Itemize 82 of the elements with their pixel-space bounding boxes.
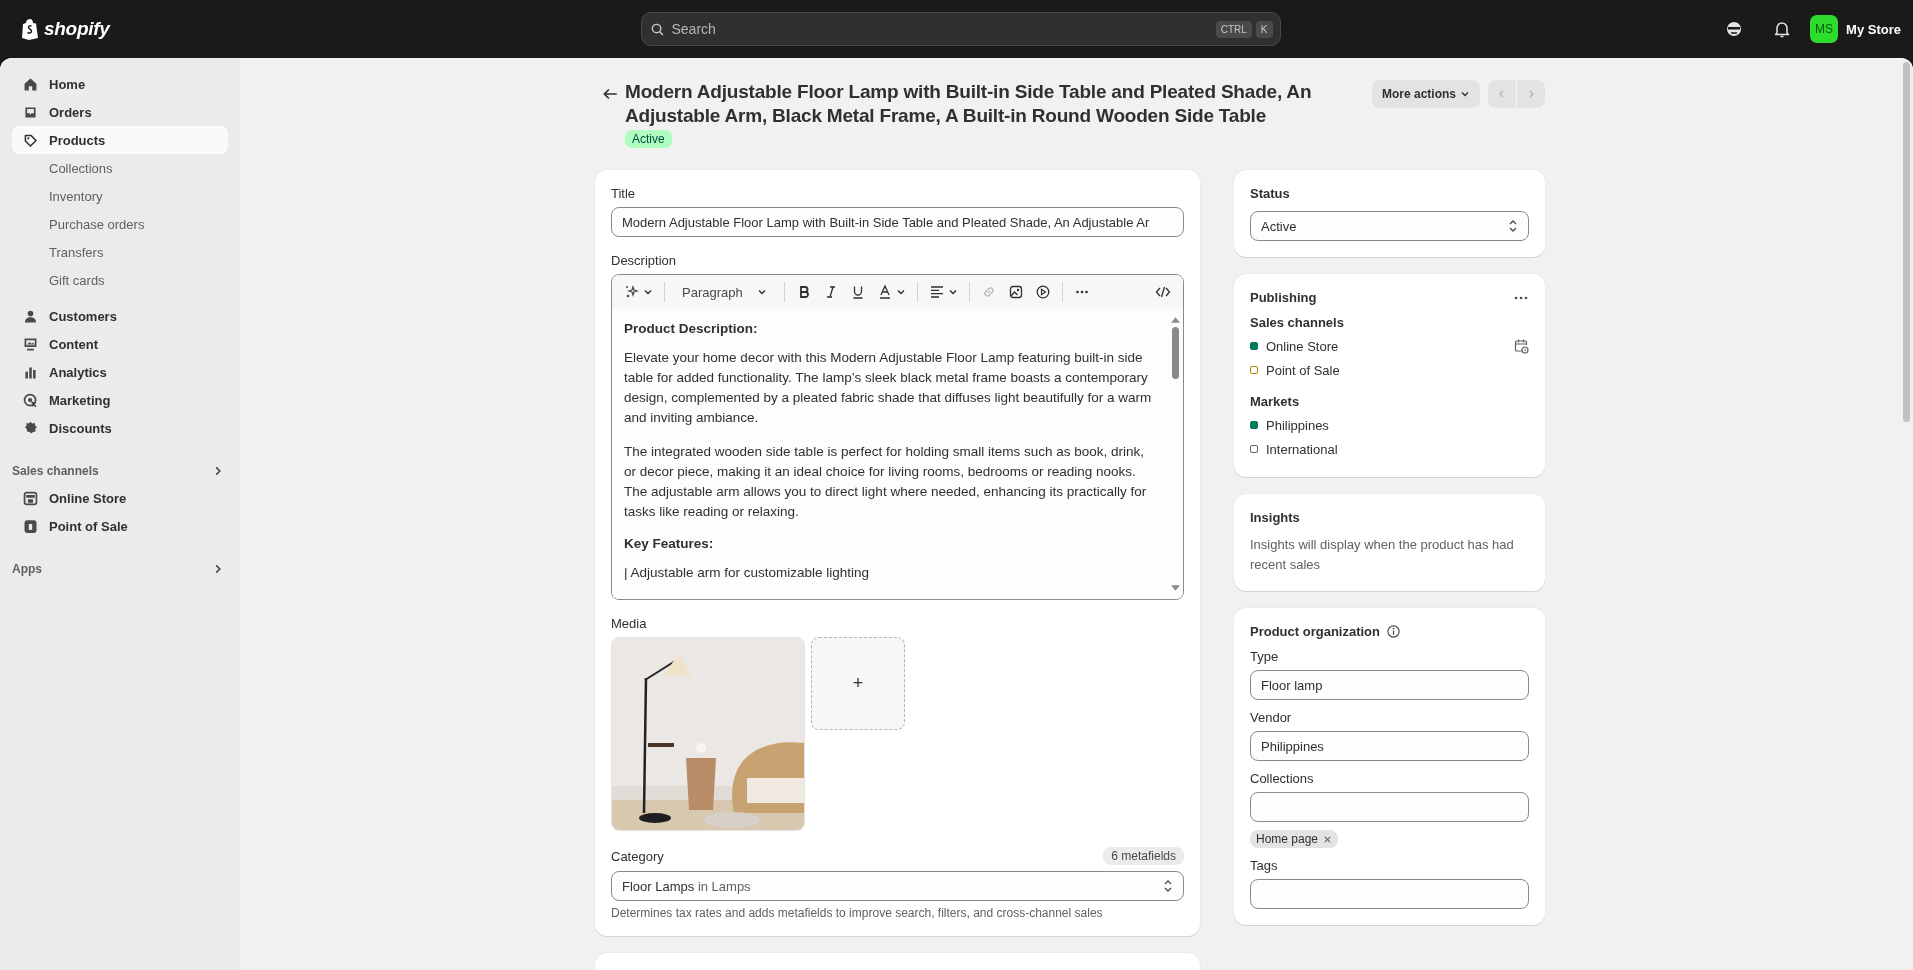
- field-label: Tags: [1250, 858, 1279, 873]
- nav-subitem[interactable]: Collections: [12, 154, 228, 182]
- nav-item[interactable]: Content: [12, 330, 228, 358]
- calendar-clock-icon[interactable]: [1513, 338, 1529, 354]
- card-title: Publishing: [1250, 290, 1317, 305]
- align-left-icon[interactable]: [928, 284, 945, 300]
- section-heading: Sales channels: [12, 464, 99, 478]
- target-icon: [22, 391, 39, 409]
- chevron-updown-icon: [1163, 879, 1173, 893]
- caret-icon: [1460, 89, 1470, 99]
- keyboard-key: CTRL: [1215, 21, 1252, 38]
- field-label: Media: [611, 616, 648, 631]
- text-field[interactable]: Philippines: [1250, 731, 1529, 761]
- section-heading: Apps: [12, 562, 42, 576]
- text-field[interactable]: [1250, 792, 1529, 822]
- add-media-button[interactable]: +: [811, 637, 905, 730]
- channel-name: Online Store: [1266, 338, 1339, 354]
- nav-item[interactable]: Customers: [12, 302, 228, 330]
- nav-subitem[interactable]: Purchase orders: [12, 210, 228, 238]
- caret-icon: [756, 287, 767, 297]
- description-paragraph: The integrated wooden side table is perfect for holding small items such as book, drink, or decor piece, making it an ideal choice for living rooms, bedrooms or reading nooks. The adjustable arm allows you to direct light where needed, enhancing its practically for tasks like reading or relaxing.: [624, 443, 1148, 521]
- nav-item[interactable]: Orders: [12, 98, 228, 126]
- play-icon[interactable]: [1034, 284, 1051, 300]
- nav-subitem[interactable]: Transfers: [12, 238, 228, 266]
- remove-icon[interactable]: [1323, 834, 1333, 844]
- channel-name: Philippines: [1266, 417, 1329, 433]
- format-dropdown[interactable]: Paragraph: [676, 284, 773, 300]
- nav-item[interactable]: Home: [12, 70, 228, 98]
- card-title: Status: [1250, 186, 1291, 201]
- help-text: Determines tax rates and adds metafields to improve search, filters, and cross-channel sales: [611, 906, 1104, 920]
- image-icon[interactable]: [1007, 284, 1024, 300]
- caret-icon: [895, 287, 906, 297]
- field-label: Vendor: [1250, 710, 1293, 725]
- card-title: Insights: [1250, 510, 1301, 525]
- field-label: Category: [611, 848, 664, 864]
- field-label: Description: [611, 253, 678, 268]
- logo-text[interactable]: shopify: [44, 18, 110, 40]
- nav-item[interactable]: Marketing: [12, 386, 228, 414]
- nav-item[interactable]: Point of Sale: [12, 512, 228, 540]
- store-icon: [22, 489, 39, 507]
- status-badge: Active: [625, 130, 672, 148]
- description-heading: Product Description:: [624, 321, 759, 336]
- more-icon[interactable]: [1513, 294, 1529, 301]
- insights-text: Insights will display when the product has had recent sales: [1250, 536, 1515, 574]
- title-field[interactable]: Modern Adjustable Floor Lamp with Built-in Side Table and Pleated Shade, An Adjustable Ar: [611, 207, 1184, 237]
- channel-name: International: [1266, 441, 1338, 457]
- nav-item[interactable]: Products: [12, 126, 228, 154]
- chevron-updown-icon: [1508, 219, 1518, 233]
- field-label: Title: [611, 186, 637, 201]
- nav-item[interactable]: Discounts: [12, 414, 228, 442]
- search-icon: [649, 22, 665, 37]
- nav-subitem[interactable]: Inventory: [12, 182, 228, 210]
- info-icon[interactable]: [1386, 624, 1401, 639]
- field-label: Collections: [1250, 771, 1315, 786]
- channel-name: Point of Sale: [1266, 362, 1340, 378]
- sparkle-icon[interactable]: [624, 284, 640, 300]
- more-actions-button[interactable]: More actions: [1372, 80, 1480, 108]
- text-field[interactable]: [1250, 879, 1529, 909]
- description-heading: Key Features:: [624, 536, 715, 551]
- group-heading: Sales channels: [1250, 315, 1345, 330]
- scroll-down-icon[interactable]: [1169, 584, 1181, 593]
- nav-subitem[interactable]: Gift cards: [12, 266, 228, 294]
- group-heading: Markets: [1250, 394, 1301, 409]
- nav-item[interactable]: Analytics: [12, 358, 228, 386]
- status-select[interactable]: Active: [1250, 211, 1529, 241]
- page-title: Modern Adjustable Floor Lamp with Built-in Side Table and Pleated Shade, An Adjustable Arm, Black Metal Frame, A Built-in Round Wooden Side Table: [625, 80, 1313, 128]
- store-avatar[interactable]: MS: [1810, 15, 1839, 43]
- description-paragraph: | Adjustable arm for customizable lighting: [624, 564, 871, 582]
- scrollbar-thumb[interactable]: [1171, 327, 1179, 379]
- text-field[interactable]: Floor lamp: [1250, 670, 1529, 700]
- tag-chip: Home page: [1250, 830, 1339, 848]
- caret-icon: [643, 287, 653, 297]
- field-label: Type: [1250, 649, 1280, 664]
- code-icon[interactable]: [1155, 284, 1171, 300]
- card-title: Product organization: [1250, 624, 1380, 639]
- nav-item[interactable]: Online Store: [12, 484, 228, 512]
- category-select[interactable]: Floor Lamps in Lamps: [611, 871, 1184, 901]
- description-paragraph: Elevate your home decor with this Modern Adjustable Floor Lamp featuring built-in side table for added functionality. The lamp’s sleek black metal frame boasts a contemporary design, complemented by a pleated fabric shade that diffuses light beautifully for a warm and inviting ambiance.: [624, 349, 1153, 427]
- scroll-up-icon[interactable]: [1169, 315, 1181, 324]
- store-name[interactable]: My Store: [1846, 21, 1901, 37]
- metafields-badge: 6 metafields: [1103, 847, 1184, 865]
- caret-icon: [947, 287, 958, 297]
